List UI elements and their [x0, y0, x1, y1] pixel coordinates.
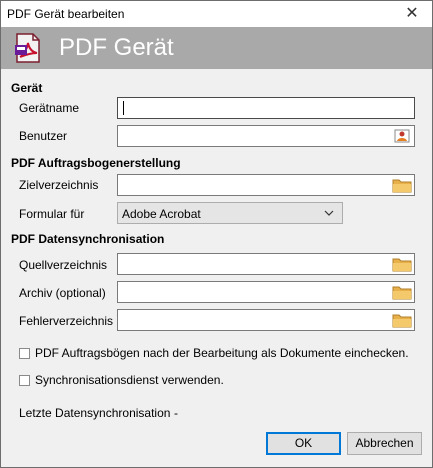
- target-dir-label: Zielverzeichnis: [19, 178, 99, 192]
- user-picker-icon[interactable]: [391, 127, 413, 145]
- section-form-creation: PDF Auftragsbogenerstellung: [11, 156, 181, 170]
- banner-title: PDF Gerät: [59, 34, 174, 61]
- cancel-button[interactable]: Abbrechen: [347, 432, 422, 455]
- last-sync-label: Letzte Datensynchronisation: [19, 406, 171, 420]
- text-caret: [123, 101, 124, 115]
- user-label: Benutzer: [19, 129, 68, 143]
- pdf-device-icon: [15, 33, 40, 63]
- archive-label: Archiv (optional): [19, 286, 106, 300]
- last-sync-value: -: [174, 406, 178, 420]
- close-icon[interactable]: ✕: [392, 1, 432, 27]
- window-title: PDF Gerät bearbeiten: [7, 7, 125, 21]
- form-for-select[interactable]: Adobe Acrobat: [117, 202, 343, 224]
- error-dir-input[interactable]: [117, 309, 415, 331]
- target-dir-input[interactable]: [117, 174, 415, 196]
- form-for-label: Formular für: [19, 207, 85, 221]
- archive-input[interactable]: [117, 281, 415, 303]
- header-banner: PDF Gerät: [1, 27, 432, 69]
- section-sync: PDF Datensynchronisation: [11, 232, 165, 246]
- folder-icon[interactable]: [391, 255, 413, 273]
- checkin-checkbox-label[interactable]: PDF Auftragsbögen nach der Bearbeitung a…: [35, 346, 409, 360]
- device-name-input[interactable]: [117, 97, 415, 119]
- section-device: Gerät: [11, 81, 43, 95]
- folder-icon[interactable]: [391, 176, 413, 194]
- source-dir-label: Quellverzeichnis: [19, 258, 108, 272]
- checkin-checkbox[interactable]: [19, 348, 30, 359]
- source-dir-input[interactable]: [117, 253, 415, 275]
- user-input[interactable]: [117, 125, 415, 147]
- folder-icon[interactable]: [391, 283, 413, 301]
- device-name-label: Gerätname: [19, 101, 80, 115]
- sync-service-checkbox[interactable]: [19, 375, 30, 386]
- form-for-value: Adobe Acrobat: [122, 207, 201, 221]
- error-dir-label: Fehlerverzeichnis: [19, 314, 114, 328]
- sync-service-checkbox-label[interactable]: Synchronisationsdienst verwenden.: [35, 373, 224, 387]
- title-bar[interactable]: PDF Gerät bearbeiten ✕: [1, 1, 432, 27]
- ok-button[interactable]: OK: [266, 432, 341, 455]
- folder-icon[interactable]: [391, 311, 413, 329]
- chevron-down-icon: [324, 210, 334, 216]
- dialog-window: PDF Gerät bearbeiten ✕ PDF Gerät Gerät G…: [0, 0, 433, 468]
